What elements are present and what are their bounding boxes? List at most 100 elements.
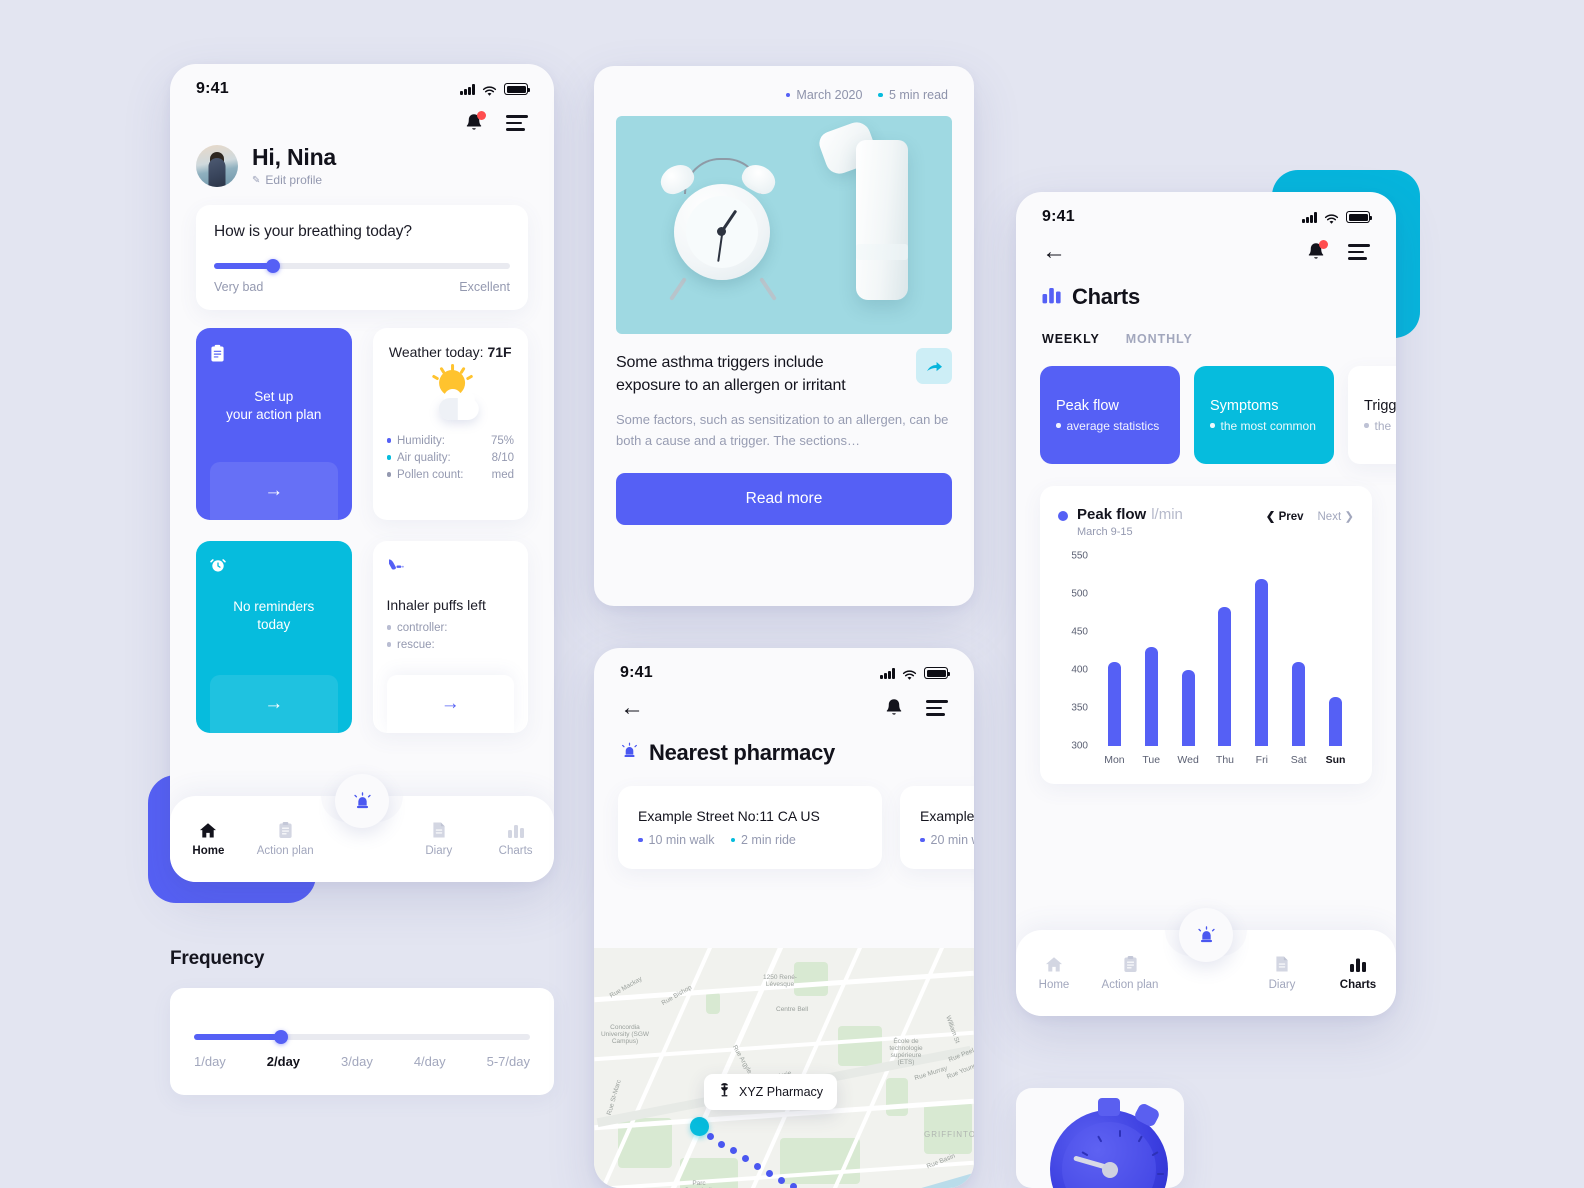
sidebar-item-diary[interactable]: Diary bbox=[400, 821, 477, 857]
action-plan-tile[interactable]: Set up your action plan → bbox=[196, 328, 352, 520]
tab-label-action-plan: Action plan bbox=[1101, 979, 1159, 991]
notifications-bell-icon[interactable] bbox=[464, 111, 486, 134]
notification-badge bbox=[477, 111, 486, 120]
action-plan-line2: your action plan bbox=[226, 407, 322, 423]
frequency-option[interactable]: 4/day bbox=[414, 1054, 446, 1069]
status-time: 9:41 bbox=[196, 80, 229, 97]
avatar[interactable] bbox=[196, 144, 238, 187]
reminders-tile[interactable]: No reminders today → bbox=[196, 541, 352, 733]
canvas: 9:41 Hi, Nina ✎ Edit profile How is your… bbox=[0, 0, 1584, 1188]
menu-icon[interactable] bbox=[506, 115, 528, 131]
sidebar-item-charts[interactable]: Charts bbox=[477, 821, 554, 857]
map-label: École de technologie supérieure (ETS) bbox=[889, 1038, 923, 1066]
cellular-signal-icon bbox=[460, 84, 475, 95]
weather-heading-label: Weather today: bbox=[388, 344, 484, 360]
inhaler-arrow-button[interactable]: → bbox=[386, 675, 514, 733]
sidebar-item-diary[interactable]: Diary bbox=[1244, 955, 1320, 991]
list-item[interactable]: Example 20 min w bbox=[900, 786, 974, 869]
emergency-siren-icon[interactable] bbox=[335, 774, 389, 828]
chart-title-row: Peak flow l/min bbox=[1077, 506, 1183, 524]
x-axis-tick: Wed bbox=[1177, 754, 1199, 766]
x-axis-tick: Fri bbox=[1255, 754, 1268, 766]
wifi-icon bbox=[1324, 212, 1339, 224]
profile-row[interactable]: Hi, Nina ✎ Edit profile bbox=[170, 134, 554, 187]
charts-tab-bar: Home Action plan Diary Charts bbox=[1016, 908, 1396, 1016]
home-icon bbox=[199, 821, 217, 839]
x-axis-tick: Sun bbox=[1325, 754, 1346, 766]
action-plan-arrow-button[interactable]: → bbox=[210, 462, 338, 520]
charts-title-row: Charts bbox=[1016, 264, 1396, 310]
share-arrow-icon[interactable] bbox=[916, 348, 952, 384]
sidebar-item-action-plan[interactable]: Action plan bbox=[1092, 955, 1168, 991]
notifications-bell-icon[interactable] bbox=[884, 697, 904, 719]
menu-icon[interactable] bbox=[1348, 244, 1370, 260]
map-location-pin[interactable] bbox=[690, 1117, 709, 1136]
map-label: Centre Bell bbox=[776, 1006, 809, 1013]
map-label: Parc Campbell-Centre bbox=[684, 1180, 714, 1188]
read-more-button[interactable]: Read more bbox=[616, 472, 952, 525]
list-item[interactable]: Example Street No:11 CA US 10 min walk 2… bbox=[618, 786, 882, 869]
pharmacy-top-nav: ← bbox=[594, 682, 974, 720]
article-read-time: 5 min read bbox=[878, 88, 948, 102]
sidebar-item-action-plan[interactable]: Action plan bbox=[247, 821, 324, 857]
edit-profile-link[interactable]: ✎ Edit profile bbox=[252, 173, 336, 187]
charts-top-nav: ← bbox=[1016, 226, 1396, 264]
chart-bar bbox=[1218, 606, 1232, 746]
emergency-siren-icon bbox=[620, 742, 639, 765]
category-title: Peak flow bbox=[1056, 397, 1119, 414]
chart-bar-column bbox=[1292, 556, 1306, 746]
weather-row: Pollen count: med bbox=[386, 466, 514, 483]
category-title: Trigg bbox=[1364, 397, 1396, 414]
notifications-bell-icon[interactable] bbox=[1306, 240, 1328, 263]
back-arrow-icon[interactable]: ← bbox=[1042, 240, 1066, 264]
tab-label-home: Home bbox=[1038, 979, 1070, 991]
frequency-slider-knob[interactable] bbox=[274, 1030, 289, 1044]
battery-icon bbox=[924, 667, 951, 679]
chart-bar bbox=[1255, 578, 1269, 746]
breathing-slider-knob[interactable] bbox=[266, 259, 281, 273]
chart-pagination: ❮ Prev Next ❯ bbox=[1266, 506, 1354, 523]
weather-row: Air quality: 8/10 bbox=[386, 449, 514, 466]
tab-label-action-plan: Action plan bbox=[256, 845, 314, 857]
frequency-option-selected[interactable]: 2/day bbox=[267, 1054, 300, 1069]
map-label: GRIFFINTOWN bbox=[924, 1130, 974, 1139]
article-date-label: March 2020 bbox=[796, 88, 863, 102]
chart-bar bbox=[1107, 662, 1121, 746]
back-arrow-icon[interactable]: ← bbox=[620, 696, 644, 720]
map-tooltip[interactable]: XYZ Pharmacy bbox=[704, 1074, 838, 1110]
article-card: March 2020 5 min read Some asthma trigge… bbox=[594, 66, 974, 606]
menu-icon[interactable] bbox=[926, 700, 948, 716]
next-button[interactable]: Next ❯ bbox=[1318, 509, 1355, 523]
weather-row-value: 8/10 bbox=[491, 451, 514, 464]
map[interactable]: Rue Mackay Rue Bishop 1250 René-Lévesque… bbox=[594, 948, 974, 1188]
breathing-slider-labels: Very bad Excellent bbox=[214, 280, 510, 294]
y-axis-tick: 400 bbox=[1071, 664, 1088, 676]
charts-segment-control: WEEKLY MONTHLY bbox=[1016, 310, 1396, 346]
chart-bar-column bbox=[1144, 556, 1158, 746]
category-card-symptoms[interactable]: Symptoms the most common bbox=[1194, 366, 1334, 464]
y-axis-tick: 300 bbox=[1071, 740, 1088, 752]
frequency-option[interactable]: 5-7/day bbox=[487, 1054, 530, 1069]
inhaler-row-label: controller: bbox=[397, 621, 448, 634]
prev-button[interactable]: ❮ Prev bbox=[1266, 509, 1304, 523]
reminders-arrow-button[interactable]: → bbox=[210, 675, 338, 733]
sidebar-item-home[interactable]: Home bbox=[170, 821, 247, 857]
breathing-slider[interactable] bbox=[214, 259, 510, 273]
tab-monthly[interactable]: MONTHLY bbox=[1126, 332, 1193, 346]
frequency-option[interactable]: 1/day bbox=[194, 1054, 226, 1069]
frequency-slider[interactable] bbox=[194, 1030, 530, 1044]
category-card-triggers[interactable]: Trigg the bbox=[1348, 366, 1396, 464]
chart-bar bbox=[1328, 696, 1342, 746]
category-card-peak-flow[interactable]: Peak flow average statistics bbox=[1040, 366, 1180, 464]
status-bar: 9:41 bbox=[170, 64, 554, 98]
emergency-siren-icon[interactable] bbox=[1179, 908, 1233, 962]
alarm-clock-icon bbox=[210, 557, 338, 576]
weather-row-label: Pollen count: bbox=[397, 468, 464, 481]
map-label: Concordia University (SGW Campus) bbox=[600, 1024, 650, 1045]
sidebar-item-home[interactable]: Home bbox=[1016, 955, 1092, 991]
status-time: 9:41 bbox=[620, 664, 653, 681]
tab-weekly[interactable]: WEEKLY bbox=[1042, 332, 1100, 346]
sidebar-item-charts[interactable]: Charts bbox=[1320, 955, 1396, 991]
frequency-option[interactable]: 3/day bbox=[341, 1054, 373, 1069]
chart-plot-area: 300 350 400 450 500 550 bbox=[1058, 551, 1354, 752]
